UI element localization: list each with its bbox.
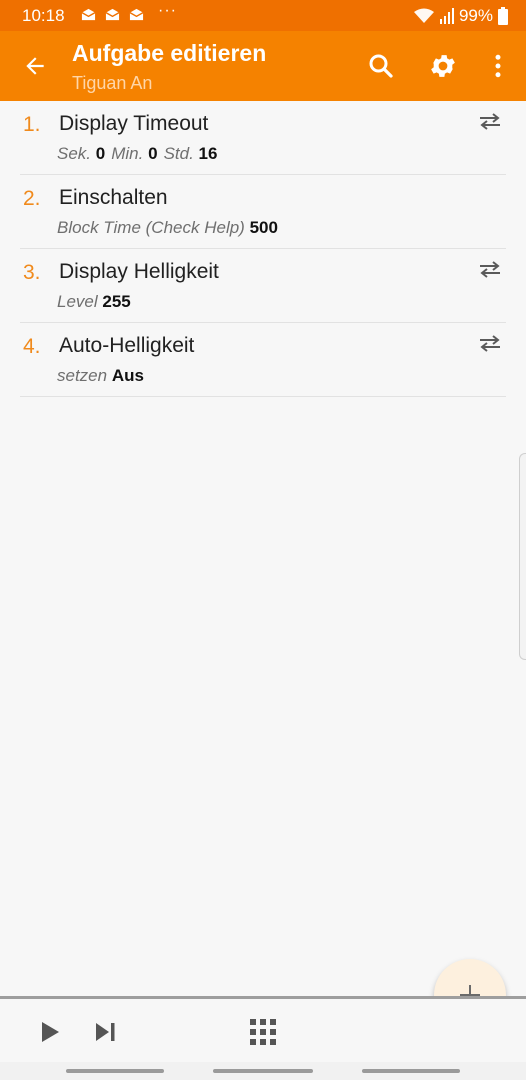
action-item[interactable]: 1. Display Timeout Sek. 0 Min. 0 Std. 16 bbox=[20, 101, 506, 175]
action-name: Display Helligkeit bbox=[59, 260, 219, 283]
back-arrow-icon[interactable] bbox=[22, 53, 48, 79]
param-value: Aus bbox=[111, 366, 144, 385]
status-time: 10:18 bbox=[22, 6, 65, 25]
param-value: 0 bbox=[95, 144, 106, 163]
page-title: Aufgabe editieren bbox=[72, 40, 267, 66]
action-item[interactable]: 3. Display Helligkeit Level 255 bbox=[20, 249, 506, 323]
battery-percent: 99% bbox=[458, 6, 493, 25]
email-notification-icon bbox=[81, 8, 96, 21]
email-notification-icon bbox=[105, 8, 120, 21]
action-number: 1. bbox=[23, 113, 41, 136]
wifi-icon bbox=[413, 8, 434, 23]
app-bar: Aufgabe editieren Tiguan An bbox=[0, 31, 526, 101]
param-label: Std. bbox=[163, 144, 194, 163]
action-number: 3. bbox=[23, 261, 41, 284]
action-params: Sek. 0 Min. 0 Std. 16 bbox=[57, 144, 223, 164]
action-list: 1. Display Timeout Sek. 0 Min. 0 Std. 16 2. Ei… bbox=[0, 101, 526, 397]
action-number: 2. bbox=[23, 187, 41, 210]
bottom-toolbar bbox=[0, 996, 526, 1065]
status-bar: 10:18 ··· 99% bbox=[0, 0, 526, 31]
action-params: Block Time (Check Help) 500 bbox=[57, 218, 284, 238]
gear-icon[interactable] bbox=[428, 51, 458, 81]
nav-back-handle[interactable] bbox=[362, 1069, 460, 1073]
signal-icon bbox=[439, 8, 454, 24]
action-params: Level 255 bbox=[57, 292, 137, 312]
swap-arrows-icon[interactable] bbox=[478, 333, 502, 353]
param-value: 500 bbox=[249, 218, 278, 237]
param-label: setzen bbox=[57, 366, 108, 385]
status-right: 99% bbox=[413, 6, 508, 26]
screen: 10:18 ··· 99% Aufgabe editieren Tiguan A… bbox=[0, 0, 526, 1080]
more-notifications-icon: ··· bbox=[158, 2, 177, 19]
action-name: Auto-Helligkeit bbox=[59, 334, 195, 357]
battery-icon bbox=[498, 7, 508, 25]
play-icon[interactable] bbox=[40, 1021, 60, 1043]
nav-recents-handle[interactable] bbox=[66, 1069, 164, 1073]
param-label: Sek. bbox=[57, 144, 92, 163]
page-subtitle: Tiguan An bbox=[72, 73, 153, 93]
swap-arrows-icon[interactable] bbox=[478, 111, 502, 131]
action-item[interactable]: 4. Auto-Helligkeit setzen Aus bbox=[20, 323, 506, 397]
param-label: Level bbox=[57, 292, 98, 311]
param-label: Block Time (Check Help) bbox=[57, 218, 245, 237]
scroll-handle[interactable] bbox=[519, 453, 526, 660]
param-value: 16 bbox=[198, 144, 218, 163]
overflow-menu-icon[interactable] bbox=[483, 51, 513, 81]
action-params: setzen Aus bbox=[57, 366, 150, 386]
action-name: Display Timeout bbox=[59, 112, 209, 135]
email-notification-icon bbox=[129, 8, 144, 21]
step-icon[interactable] bbox=[95, 1021, 117, 1043]
swap-arrows-icon[interactable] bbox=[478, 259, 502, 279]
search-icon[interactable] bbox=[366, 51, 396, 81]
action-name: Einschalten bbox=[59, 186, 168, 209]
param-value: 0 bbox=[148, 144, 158, 163]
param-value: 255 bbox=[102, 292, 131, 311]
gesture-nav-bar bbox=[0, 1062, 526, 1080]
param-label: Min. bbox=[111, 144, 144, 163]
grid-icon[interactable] bbox=[250, 1019, 276, 1045]
action-item[interactable]: 2. Einschalten Block Time (Check Help) 500 bbox=[20, 175, 506, 249]
action-number: 4. bbox=[23, 335, 41, 358]
nav-home-handle[interactable] bbox=[213, 1069, 313, 1073]
